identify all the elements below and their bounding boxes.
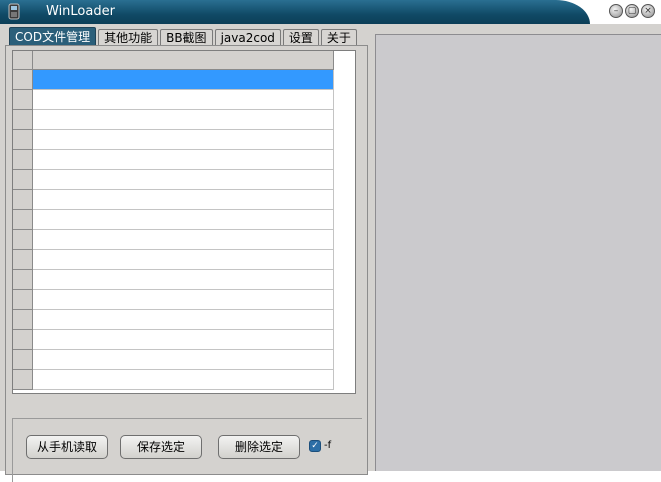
row-header[interactable] xyxy=(13,170,33,190)
table-row[interactable] xyxy=(13,90,334,110)
table-cell[interactable] xyxy=(33,150,334,170)
table-row[interactable] xyxy=(13,230,334,250)
table-cell[interactable] xyxy=(33,70,334,90)
save-selected-button[interactable]: 保存选定 xyxy=(120,435,202,459)
check-icon: ✓ xyxy=(311,441,319,451)
grid-header xyxy=(13,51,334,70)
delete-selected-button[interactable]: 删除选定 xyxy=(218,435,300,459)
table-row[interactable] xyxy=(13,270,334,290)
row-header[interactable] xyxy=(13,230,33,250)
table-cell[interactable] xyxy=(33,370,334,390)
table-cell[interactable] xyxy=(33,310,334,330)
row-header[interactable] xyxy=(13,210,33,230)
column-header[interactable] xyxy=(33,51,334,70)
row-header[interactable] xyxy=(13,130,33,150)
cod-file-list[interactable] xyxy=(12,50,356,394)
table-cell[interactable] xyxy=(33,90,334,110)
maximize-icon: ▢ xyxy=(627,5,637,16)
preview-panel xyxy=(375,34,661,471)
grid-rows xyxy=(13,70,334,390)
row-header[interactable] xyxy=(13,330,33,350)
action-group: 从手机读取 保存选定 删除选定 ✓ -f xyxy=(12,418,362,482)
table-cell[interactable] xyxy=(33,230,334,250)
tab-2[interactable]: BB截图 xyxy=(160,29,213,46)
row-header[interactable] xyxy=(13,310,33,330)
table-cell[interactable] xyxy=(33,110,334,130)
table-row[interactable] xyxy=(13,370,334,390)
table-cell[interactable] xyxy=(33,330,334,350)
read-from-phone-button[interactable]: 从手机读取 xyxy=(26,435,108,459)
row-header[interactable] xyxy=(13,110,33,130)
table-row[interactable] xyxy=(13,350,334,370)
row-header[interactable] xyxy=(13,350,33,370)
table-row[interactable] xyxy=(13,330,334,350)
row-header[interactable] xyxy=(13,190,33,210)
minimize-icon: – xyxy=(613,5,619,16)
grid-corner-cell[interactable] xyxy=(13,51,33,70)
tab-3[interactable]: java2cod xyxy=(214,29,281,46)
title-bar[interactable]: WinLoader – ▢ × xyxy=(0,0,661,25)
table-cell[interactable] xyxy=(33,350,334,370)
table-cell[interactable] xyxy=(33,130,334,150)
row-header[interactable] xyxy=(13,150,33,170)
row-header[interactable] xyxy=(13,270,33,290)
tab-bar: COD文件管理 其他功能 BB截图 java2cod 设置 关于 xyxy=(9,27,359,47)
table-cell[interactable] xyxy=(33,290,334,310)
window-body: COD文件管理 其他功能 BB截图 java2cod 设置 关于 从手机读取 保存选定 删… xyxy=(0,24,661,482)
table-row[interactable] xyxy=(13,250,334,270)
row-header[interactable] xyxy=(13,250,33,270)
table-row[interactable] xyxy=(13,170,334,190)
table-cell[interactable] xyxy=(33,170,334,190)
table-row[interactable] xyxy=(13,130,334,150)
table-row[interactable] xyxy=(13,150,334,170)
table-cell[interactable] xyxy=(33,250,334,270)
window-title: WinLoader xyxy=(46,4,115,19)
f-option-label: -f xyxy=(324,440,332,451)
row-header[interactable] xyxy=(13,370,33,390)
tab-0[interactable]: COD文件管理 xyxy=(9,27,97,46)
tab-5[interactable]: 关于 xyxy=(320,29,357,46)
row-header[interactable] xyxy=(13,90,33,110)
table-cell[interactable] xyxy=(33,270,334,290)
close-button[interactable]: × xyxy=(641,4,655,18)
window-controls: – ▢ × xyxy=(609,4,655,18)
table-cell[interactable] xyxy=(33,190,334,210)
maximize-button[interactable]: ▢ xyxy=(625,4,639,18)
minimize-button[interactable]: – xyxy=(609,4,623,18)
table-row[interactable] xyxy=(13,290,334,310)
table-row[interactable] xyxy=(13,310,334,330)
table-row[interactable] xyxy=(13,210,334,230)
app-icon[interactable] xyxy=(6,3,22,20)
tab-4[interactable]: 设置 xyxy=(282,29,319,46)
tab-1[interactable]: 其他功能 xyxy=(98,29,159,46)
tab-panel-cod-manager: 从手机读取 保存选定 删除选定 ✓ -f xyxy=(5,45,368,482)
row-header[interactable] xyxy=(13,70,33,90)
row-header[interactable] xyxy=(13,290,33,310)
close-icon: × xyxy=(644,5,652,16)
table-row[interactable] xyxy=(13,70,334,90)
table-row[interactable] xyxy=(13,190,334,210)
f-option-checkbox[interactable]: ✓ xyxy=(309,440,321,452)
table-cell[interactable] xyxy=(33,210,334,230)
table-row[interactable] xyxy=(13,110,334,130)
